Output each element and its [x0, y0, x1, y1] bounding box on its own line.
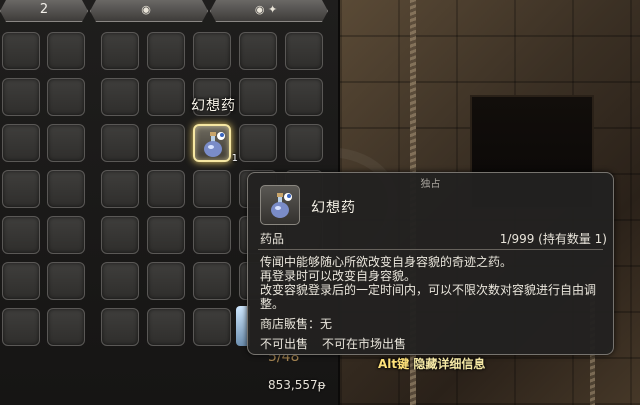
unique-label: 独占 [420, 179, 441, 190]
inventory-slot[interactable] [2, 78, 40, 116]
inventory-slot[interactable] [193, 32, 231, 70]
inventory-slot[interactable] [193, 170, 231, 208]
inventory-slot[interactable] [147, 308, 185, 346]
alt-key-hint: Alt键 隐藏详细信息 [378, 357, 486, 371]
description-line: 整。 [260, 297, 285, 311]
inventory-slot[interactable] [285, 78, 323, 116]
description-line: 改变容貌登录后的一定时间内，可以不限次数对容貌进行自由调 [260, 283, 597, 297]
inventory-slot[interactable] [147, 78, 185, 116]
inventory-slot[interactable] [101, 170, 139, 208]
no-market-flag: 不可在市场出售 [322, 337, 407, 351]
item-count: 1/999 (持有数量 1) [499, 232, 607, 246]
bag-icon: ◉ [141, 3, 151, 16]
inventory-slot[interactable] [147, 262, 185, 300]
inventory-tab-2[interactable]: 2 [0, 0, 88, 22]
inventory-tab-bag-sparkle[interactable]: ◉ ✦ [210, 0, 328, 22]
currency-partial: 5/48 [268, 354, 300, 365]
item-flags: 不可出售 不可在市场出售 [260, 335, 406, 352]
item-description: 传闻中能够随心所欲改变自身容貌的奇迹之药。 再登录时可以改变自身容貌。 改变容貌… [260, 255, 605, 311]
description-line: 传闻中能够随心所欲改变自身容貌的奇迹之药。 [260, 255, 513, 269]
inventory-slot[interactable] [47, 32, 85, 70]
inventory-slot[interactable] [2, 170, 40, 208]
bag-sparkle-icon: ◉ ✦ [254, 3, 278, 16]
inventory-slot[interactable] [147, 32, 185, 70]
item-category: 药品 [260, 232, 285, 246]
inventory-slot[interactable] [193, 216, 231, 254]
inventory-slot[interactable] [239, 32, 277, 70]
inventory-slot-selected[interactable]: 1 [193, 124, 238, 164]
inventory-slot[interactable] [47, 216, 85, 254]
inventory-slot[interactable] [193, 262, 231, 300]
inventory-slot[interactable] [239, 78, 277, 116]
inventory-slot[interactable] [285, 32, 323, 70]
item-tooltip: 独占 幻想药 药品 1/999 (持有数量 1) 传闻中能够随心所欲改变自身容貌… [247, 172, 614, 355]
inventory-slot[interactable] [101, 78, 139, 116]
gil-icon: ᵽ [317, 378, 326, 392]
inventory-slot[interactable] [239, 124, 277, 162]
inventory-slot[interactable] [2, 32, 40, 70]
inventory-slot[interactable] [147, 170, 185, 208]
inventory-slot[interactable] [101, 308, 139, 346]
inventory-slot[interactable] [147, 216, 185, 254]
gil-amount: 853,557ᵽ [268, 378, 326, 392]
inventory-slot[interactable] [47, 78, 85, 116]
inventory-slot[interactable] [101, 216, 139, 254]
inventory-slot[interactable] [193, 308, 231, 346]
unsellable-flag: 不可出售 [260, 337, 309, 351]
inventory-slot[interactable] [101, 124, 139, 162]
fantasia-potion-icon [260, 185, 300, 225]
hovered-item-name: 幻想药 [191, 98, 236, 114]
inventory-slot[interactable] [285, 124, 323, 162]
inventory-slot[interactable] [2, 216, 40, 254]
inventory-slot[interactable] [47, 170, 85, 208]
inventory-slot[interactable] [47, 124, 85, 162]
item-quantity: 1 [231, 153, 238, 164]
fantasia-potion-icon [204, 132, 225, 157]
tooltip-divider [258, 249, 603, 250]
inventory-slot[interactable] [101, 32, 139, 70]
shop-price: 商店販售：无 [260, 317, 333, 331]
inventory-slot[interactable] [2, 124, 40, 162]
inventory-slot[interactable] [47, 308, 85, 346]
item-name: 幻想药 [311, 200, 356, 216]
inventory-slot[interactable] [101, 262, 139, 300]
inventory-tab-bag[interactable]: ◉ [90, 0, 208, 22]
description-line: 再登录时可以改变自身容貌。 [260, 269, 417, 283]
inventory-slot[interactable] [147, 124, 185, 162]
inventory-slot[interactable] [2, 262, 40, 300]
inventory-slot[interactable] [2, 308, 40, 346]
inventory-slot[interactable] [47, 262, 85, 300]
